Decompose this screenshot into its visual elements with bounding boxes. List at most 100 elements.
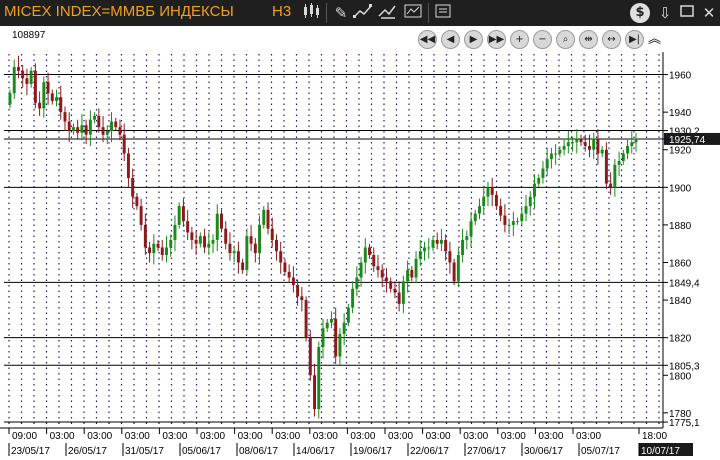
candle-body bbox=[490, 187, 494, 195]
list-icon[interactable] bbox=[432, 2, 454, 24]
candle-body bbox=[566, 142, 570, 146]
candlestick-icon[interactable] bbox=[300, 2, 322, 24]
candle-body bbox=[266, 209, 270, 229]
compress-button[interactable]: ⇹ bbox=[579, 30, 598, 49]
candle-body bbox=[393, 288, 397, 293]
zoom-out-button[interactable]: − bbox=[533, 30, 552, 49]
date-label: 05/06/17 bbox=[182, 446, 221, 457]
candle-body bbox=[42, 82, 46, 109]
candle-body bbox=[626, 145, 630, 154]
candle-body bbox=[355, 277, 359, 289]
time-label: 03:00 bbox=[388, 431, 413, 442]
candle-body bbox=[59, 97, 63, 113]
maximize-icon[interactable] bbox=[676, 2, 698, 24]
time-label: 18:00 bbox=[642, 431, 667, 442]
candle-body bbox=[76, 127, 80, 133]
candle-body bbox=[558, 149, 562, 154]
candle-body bbox=[486, 187, 490, 197]
candle-body bbox=[575, 138, 579, 143]
scroll-last-button[interactable]: ▶| bbox=[625, 30, 644, 49]
candle-body bbox=[8, 93, 12, 105]
expand-button[interactable]: ↔ bbox=[602, 30, 621, 49]
candle-body bbox=[520, 213, 524, 222]
candle-body bbox=[97, 115, 101, 128]
candle-body bbox=[122, 134, 126, 154]
candle-body bbox=[600, 149, 604, 154]
candle-body bbox=[448, 251, 452, 263]
candle-body bbox=[363, 247, 367, 263]
candle-body bbox=[431, 239, 435, 248]
price-chart[interactable]: 19601930,21925,7419001849,418201805,3177… bbox=[0, 26, 720, 460]
toolbar-separator bbox=[326, 3, 327, 23]
candle-body bbox=[308, 337, 312, 376]
indicators-icon[interactable] bbox=[402, 2, 424, 24]
candle-body bbox=[177, 206, 181, 225]
draw-tools-icon[interactable] bbox=[376, 2, 398, 24]
date-label: 26/05/17 bbox=[68, 446, 107, 457]
candle-body bbox=[186, 221, 190, 233]
candle-body bbox=[203, 236, 207, 248]
candle-body bbox=[617, 161, 621, 165]
candle-body bbox=[304, 300, 308, 338]
candle-body bbox=[621, 153, 625, 162]
candle-body bbox=[456, 254, 460, 282]
candle-body bbox=[296, 285, 300, 297]
candle-body bbox=[105, 130, 109, 135]
candle-body bbox=[397, 292, 401, 304]
candle-body bbox=[207, 243, 211, 248]
y-tick-label: 1880 bbox=[669, 221, 692, 232]
candle-body bbox=[478, 206, 481, 214]
candle-body bbox=[634, 138, 638, 143]
candle-body bbox=[579, 138, 583, 143]
candle-body bbox=[494, 194, 498, 207]
pencil-icon[interactable]: ✎ bbox=[330, 2, 352, 24]
candle-body bbox=[291, 277, 295, 286]
candle-body bbox=[609, 183, 613, 188]
candle-body bbox=[126, 153, 130, 178]
candle-body bbox=[67, 121, 71, 131]
download-icon[interactable]: ⇩ bbox=[654, 2, 676, 24]
toolbar-separator bbox=[428, 3, 429, 23]
candle-body bbox=[135, 196, 139, 207]
scroll-right-button[interactable]: ▶ bbox=[464, 30, 483, 49]
candle-body bbox=[241, 262, 245, 271]
candle-body bbox=[439, 239, 443, 244]
date-label: 19/06/17 bbox=[353, 446, 392, 457]
candle-body bbox=[351, 288, 355, 308]
timeframe-label[interactable]: H3 bbox=[272, 3, 291, 20]
scroll-end-button[interactable]: ▶▶ bbox=[487, 30, 506, 49]
candle-body bbox=[88, 119, 92, 135]
line-icon[interactable] bbox=[352, 2, 374, 24]
candle-body bbox=[444, 239, 448, 252]
time-label: 03:00 bbox=[538, 431, 563, 442]
collapse-button[interactable]: ︽ bbox=[648, 30, 662, 49]
candle-body bbox=[384, 277, 388, 282]
y-tick-label: 1860 bbox=[669, 258, 692, 269]
date-label: 22/06/17 bbox=[410, 446, 449, 457]
candle-body bbox=[93, 115, 97, 120]
candle-body bbox=[571, 142, 575, 144]
candle-body bbox=[528, 196, 532, 207]
candle-body bbox=[283, 262, 287, 272]
date-label: 30/06/17 bbox=[524, 446, 563, 457]
candle-body bbox=[414, 258, 418, 278]
zoom-fit-button[interactable]: ⌕ bbox=[556, 30, 575, 49]
close-icon[interactable]: ✕ bbox=[698, 2, 720, 24]
candle-body bbox=[516, 221, 520, 223]
candle-body bbox=[499, 206, 503, 216]
candle-body bbox=[461, 239, 465, 255]
candle-body bbox=[554, 153, 558, 155]
dollar-icon[interactable]: $ bbox=[630, 3, 650, 23]
candle-body bbox=[507, 224, 511, 226]
zoom-in-button[interactable]: + bbox=[510, 30, 529, 49]
candle-body bbox=[253, 243, 257, 254]
candle-body bbox=[401, 281, 405, 304]
y-tick-label: 1920 bbox=[669, 146, 692, 157]
candle-body bbox=[435, 239, 439, 244]
scroll-start-button[interactable]: ◀◀ bbox=[418, 30, 437, 49]
price-line-label: 1960 bbox=[669, 71, 692, 82]
time-label: 03:00 bbox=[501, 431, 526, 442]
scroll-left-button[interactable]: ◀ bbox=[441, 30, 460, 49]
time-label: 09:00 bbox=[12, 431, 37, 442]
price-line-label: 1849,4 bbox=[669, 278, 700, 289]
